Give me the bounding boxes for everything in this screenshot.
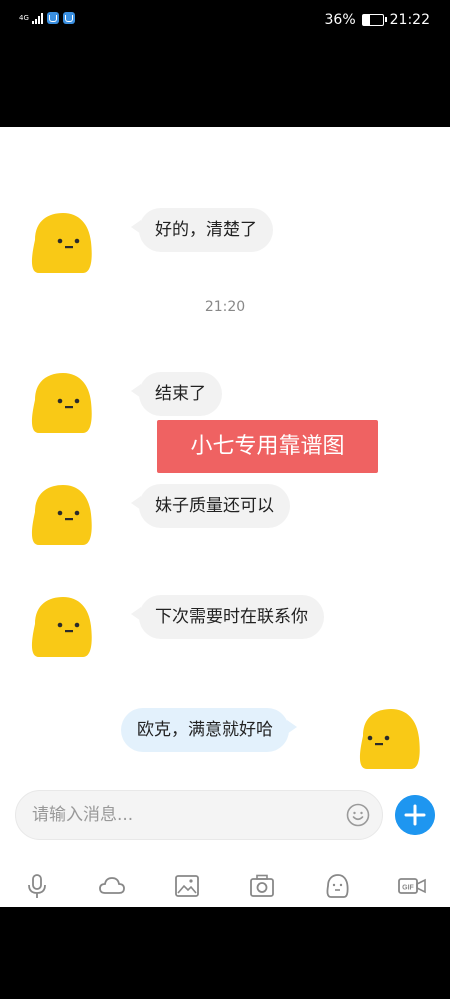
message-bubble-incoming[interactable]: 妹子质量还可以	[131, 484, 290, 528]
cloud-icon[interactable]	[98, 872, 126, 900]
svg-text:GIF: GIF	[402, 885, 414, 892]
camera-icon[interactable]	[248, 872, 276, 900]
message-text: 欧克，满意就好哈	[137, 720, 273, 740]
app-notification-icon	[47, 12, 59, 24]
status-bar: 4G 36% 21:22	[0, 0, 450, 127]
emoji-icon[interactable]	[346, 803, 370, 827]
add-button[interactable]	[395, 795, 435, 835]
network-type: 4G	[19, 13, 29, 22]
message-text: 结束了	[155, 384, 206, 404]
status-left: 4G	[19, 12, 75, 24]
image-icon[interactable]	[173, 872, 201, 900]
contact-avatar[interactable]	[27, 370, 93, 436]
contact-avatar[interactable]	[27, 482, 93, 548]
system-navigation-bar	[0, 907, 450, 999]
message-input[interactable]: 请输入消息...	[15, 790, 383, 840]
contact-avatar[interactable]	[27, 594, 93, 660]
input-placeholder: 请输入消息...	[32, 805, 134, 825]
battery-percent: 36%	[324, 12, 356, 28]
chat-area[interactable]: 好的，清楚了 21:20 结束了 小七专用靠谱图 妹子质量还可以 下次需要时在联…	[0, 127, 450, 907]
watermark-label: 小七专用靠谱图	[157, 420, 378, 473]
message-bubble-incoming[interactable]: 下次需要时在联系你	[131, 595, 324, 639]
message-timestamp: 21:20	[204, 299, 246, 315]
message-text: 下次需要时在联系你	[155, 607, 308, 627]
contact-avatar[interactable]	[27, 210, 93, 276]
battery-icon	[361, 14, 387, 26]
message-bubble-incoming[interactable]: 结束了	[131, 372, 222, 416]
message-bubble-outgoing[interactable]: 欧克，满意就好哈	[121, 708, 297, 752]
app-notification-icon	[63, 12, 75, 24]
status-right: 36% 21:22	[325, 12, 430, 28]
message-text: 好的，清楚了	[155, 220, 257, 240]
emoji-icon[interactable]	[323, 872, 351, 900]
gif-icon[interactable]: GIF	[398, 872, 426, 900]
my-avatar[interactable]	[355, 706, 421, 772]
message-text: 妹子质量还可以	[155, 496, 274, 516]
signal-icon	[32, 12, 43, 24]
microphone-icon[interactable]	[23, 872, 51, 900]
message-bubble-incoming[interactable]: 好的，清楚了	[131, 208, 273, 252]
clock: 21:22	[389, 12, 430, 28]
